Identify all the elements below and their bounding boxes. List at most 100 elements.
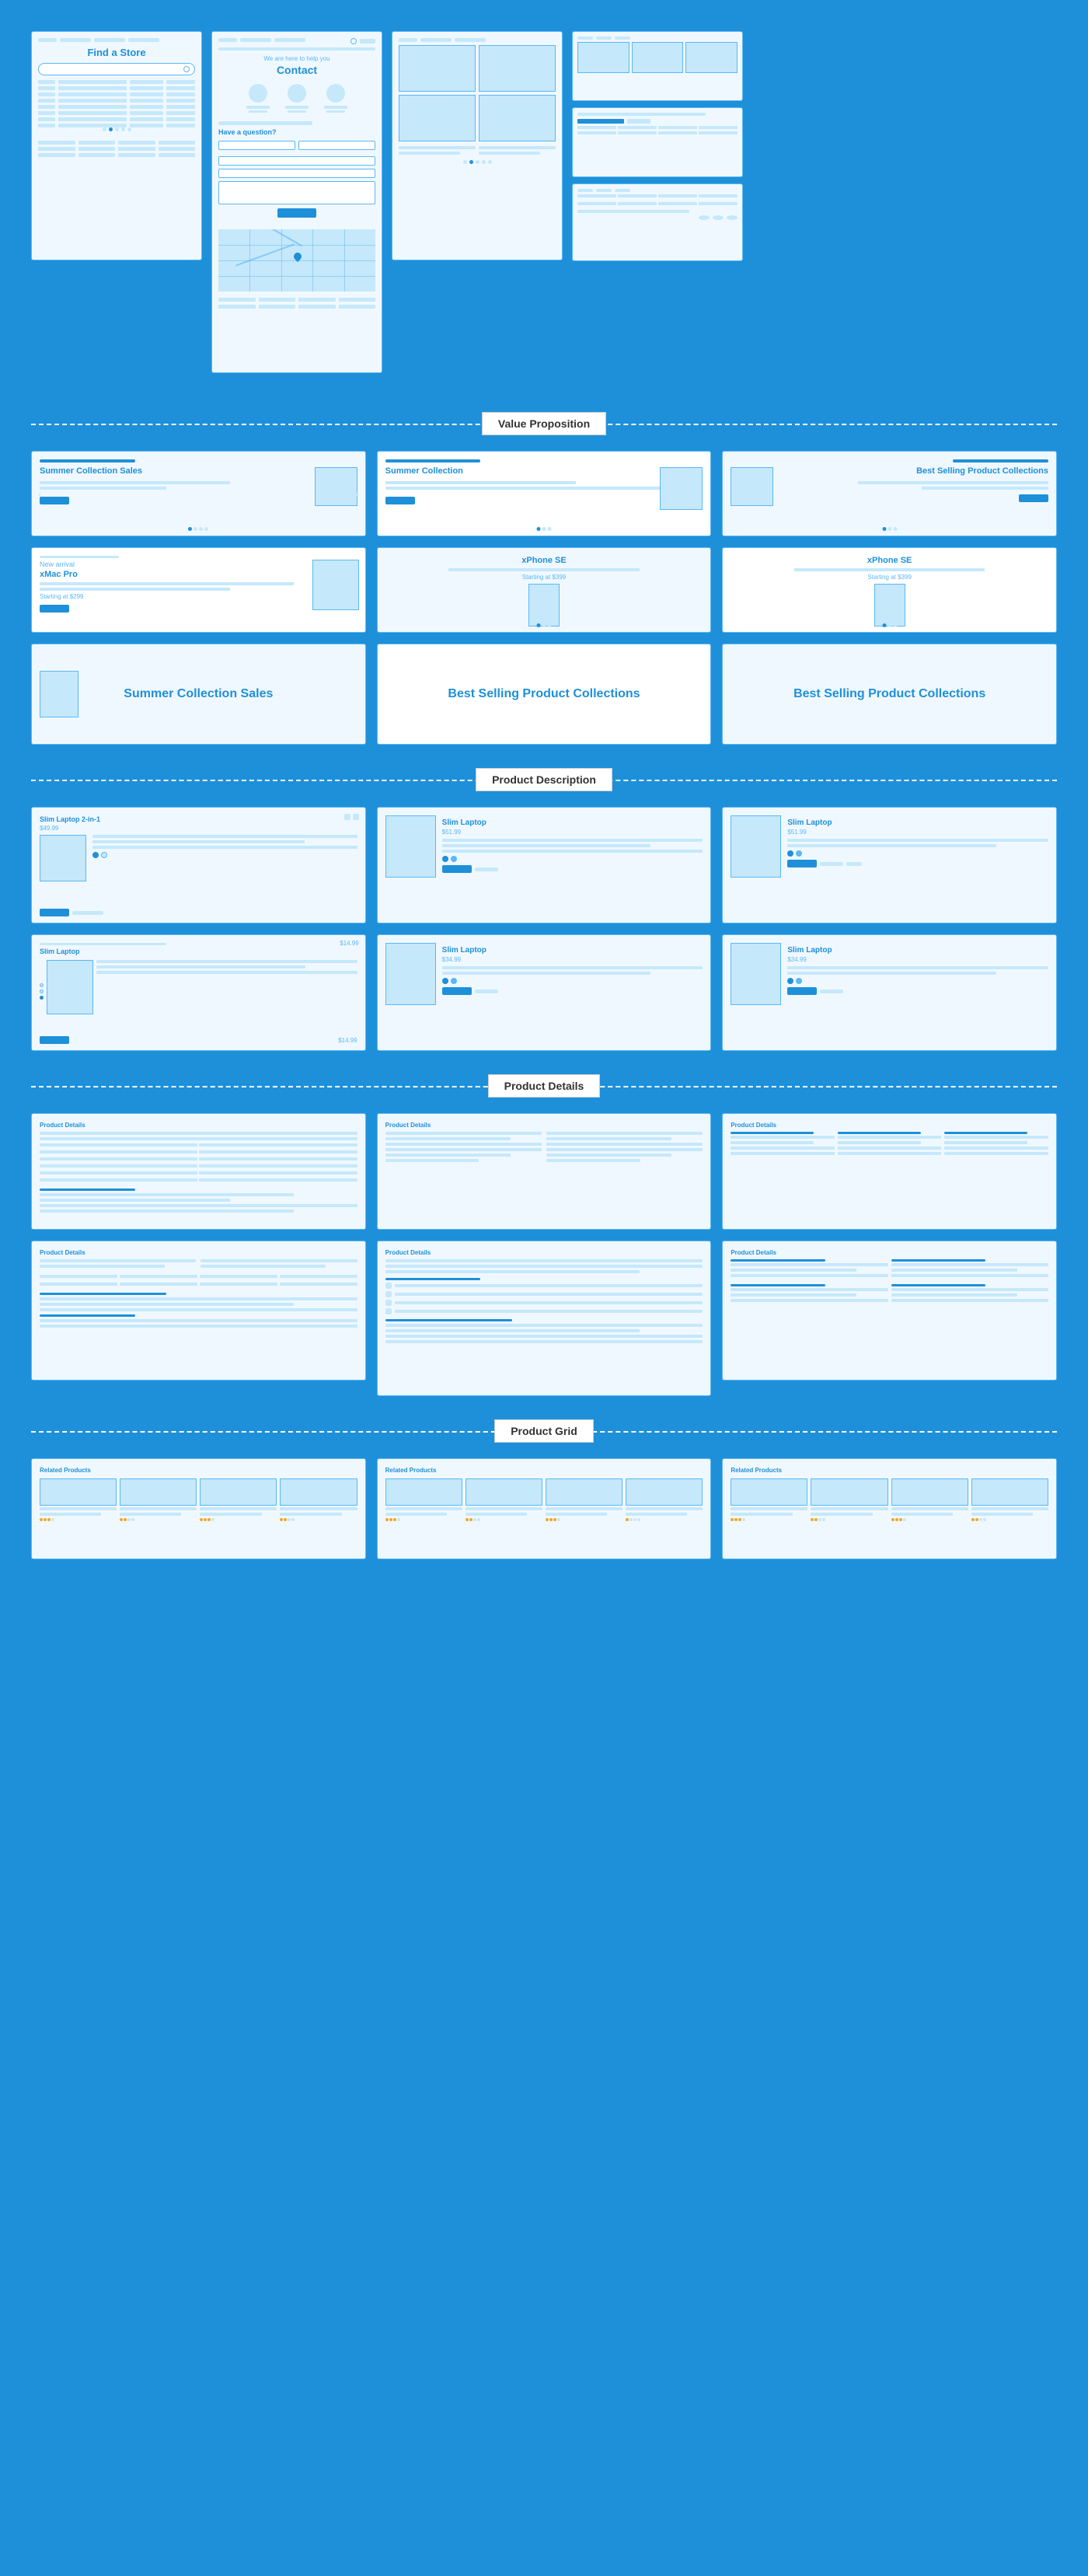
product-grid-divider: Product Grid [16, 1419, 1072, 1443]
laptop-center-image-1 [385, 815, 436, 878]
slim-laptop-center-title-2: Slim Laptop [442, 946, 703, 955]
product-image-3 [731, 467, 773, 506]
product-thumb-9 [731, 1478, 807, 1506]
add-to-cart-btn[interactable] [40, 909, 69, 916]
product-thumb-1 [40, 1478, 117, 1506]
xmac-pro-title: xMac Pro [40, 570, 357, 579]
summer-sales-large-title: Summer Collection Sales [77, 686, 319, 703]
slim-laptop-small-left: $14.99 Slim Laptop [31, 934, 366, 1051]
product-image-2 [660, 467, 703, 510]
pd-row-2: $14.99 Slim Laptop [31, 934, 1057, 1051]
add-to-cart-btn-6[interactable] [787, 987, 817, 995]
product-thumb-10 [811, 1478, 887, 1506]
product-grid-section: Related Products [16, 1458, 1072, 1559]
slim-laptop-right-title-2: Slim Laptop [787, 946, 1048, 955]
cta-button-1[interactable] [40, 497, 69, 504]
product-grid-top-card [392, 31, 563, 260]
detail-card-3: Product Details [722, 1113, 1057, 1230]
image-placeholder-left [40, 671, 78, 717]
related-products-title-3: Related Products [731, 1467, 1048, 1474]
slim-laptop-right-title-1: Slim Laptop [787, 819, 1048, 827]
add-to-cart-btn-5[interactable] [442, 987, 472, 995]
value-proposition-section: Summer Collection Sales › ‹ Summer Colle… [16, 451, 1072, 745]
add-to-cart-btn-2[interactable] [442, 865, 472, 873]
value-proposition-label: Value Proposition [482, 412, 606, 435]
have-question-label: Have a question? [218, 128, 375, 136]
slim-laptop-center-card-1: Slim Laptop $51.99 [377, 807, 712, 923]
slim-laptop-small-title: Slim Laptop [40, 948, 357, 955]
best-selling-title-1: Best Selling Product Collections [731, 466, 1048, 476]
buy-button-xphone-2[interactable] [875, 632, 905, 633]
search-bar[interactable] [38, 63, 195, 75]
add-to-cart-btn-3[interactable] [787, 860, 817, 867]
top-wireframes-section: Find a Store [16, 16, 1072, 389]
pd-row-1: Slim Laptop 2-in-1 $49.99 [31, 807, 1057, 923]
prev-chevron-1[interactable]: ‹ [38, 487, 42, 500]
contact-title: Contact [218, 64, 375, 76]
related-products-card-2: Related Products [377, 1458, 712, 1559]
vp-row-1: Summer Collection Sales › ‹ Summer Colle… [31, 451, 1057, 536]
product-thumb-7 [546, 1478, 622, 1506]
detail-title-2: Product Details [385, 1122, 703, 1129]
product-details-section: Product Details [16, 1113, 1072, 1396]
best-selling-large-card-2: Best Selling Product Collections [722, 644, 1057, 745]
product-details-divider: Product Details [16, 1074, 1072, 1098]
xphone-se-card-2: xPhone SE Starting at $399 [722, 547, 1057, 633]
summer-collection-card-1: Summer Collection [377, 451, 712, 536]
product-description-section: Slim Laptop 2-in-1 $49.99 [16, 807, 1072, 1051]
submit-button[interactable] [277, 208, 316, 218]
summer-collection-title-1: Summer Collection [385, 466, 544, 476]
value-proposition-divider: Value Proposition [16, 412, 1072, 435]
best-selling-card-1: Best Selling Product Collections [722, 451, 1057, 536]
slim-laptop-center-card-2: Slim Laptop $34.99 [377, 934, 712, 1051]
detail-title-3: Product Details [731, 1122, 1048, 1129]
product-grid-label: Product Grid [494, 1419, 594, 1443]
detail-card-2: Product Details [377, 1113, 712, 1230]
xphone-se-title-1: xPhone SE [385, 556, 703, 565]
product-thumb-2 [120, 1478, 197, 1506]
product-thumb-4 [280, 1478, 357, 1506]
summer-collection-sales-card-1: Summer Collection Sales › ‹ [31, 451, 366, 536]
buy-button-xmac[interactable] [40, 605, 69, 613]
product-description-divider: Product Description [16, 768, 1072, 791]
product-thumb-8 [626, 1478, 703, 1506]
small-card-1 [572, 31, 743, 101]
detail-card-4: Product Details [31, 1241, 366, 1380]
cta-button-2[interactable] [385, 497, 415, 504]
related-products-title-1: Related Products [40, 1467, 357, 1474]
product-thumb-12 [971, 1478, 1048, 1506]
add-to-cart-btn-4[interactable] [40, 1036, 69, 1044]
small-card-3 [572, 183, 743, 261]
xmac-image [312, 560, 359, 610]
slim-laptop-center-title-1: Slim Laptop [442, 819, 703, 827]
xphone-image-2 [874, 584, 905, 627]
det-row-1: Product Details [31, 1113, 1057, 1230]
right-card-stack [572, 31, 743, 373]
related-products-card-3: Related Products [722, 1458, 1057, 1559]
product-description-label: Product Description [476, 768, 612, 791]
det-row-2: Product Details [31, 1241, 1057, 1396]
vp-row-3: Summer Collection Sales Best Selling Pro… [31, 644, 1057, 745]
product-thumb-6 [466, 1478, 542, 1506]
best-selling-large-title-2: Best Selling Product Collections [793, 686, 985, 703]
next-chevron-1[interactable]: › [355, 487, 359, 500]
summer-sales-large-card: Summer Collection Sales [31, 644, 366, 745]
product-image-1 [315, 467, 357, 506]
detail-card-5: Product Details [377, 1241, 712, 1396]
slim-laptop-2in1-card: Slim Laptop 2-in-1 $49.99 [31, 807, 366, 923]
buy-button-xphone-1[interactable] [529, 632, 559, 633]
product-thumb-3 [200, 1478, 277, 1506]
main-container: Find a Store [0, 0, 1088, 1617]
vp-row-2: New arrival xMac Pro Starting at $299 xP… [31, 547, 1057, 633]
related-products-title-2: Related Products [385, 1467, 703, 1474]
related-products-card-1: Related Products [31, 1458, 366, 1559]
xphone-se-title-2: xPhone SE [731, 556, 1048, 565]
slim-laptop-2in1-title: Slim Laptop 2-in-1 [40, 815, 357, 823]
xphone-se-card-1: xPhone SE Starting at $399 [377, 547, 712, 633]
cta-button-3[interactable] [1019, 494, 1048, 502]
product-thumb-5 [385, 1478, 462, 1506]
laptop-right-image-1 [731, 815, 781, 878]
slim-laptop-right-card-2: Slim Laptop $34.99 [722, 934, 1057, 1051]
small-card-2 [572, 107, 743, 177]
product-details-label: Product Details [488, 1074, 601, 1098]
